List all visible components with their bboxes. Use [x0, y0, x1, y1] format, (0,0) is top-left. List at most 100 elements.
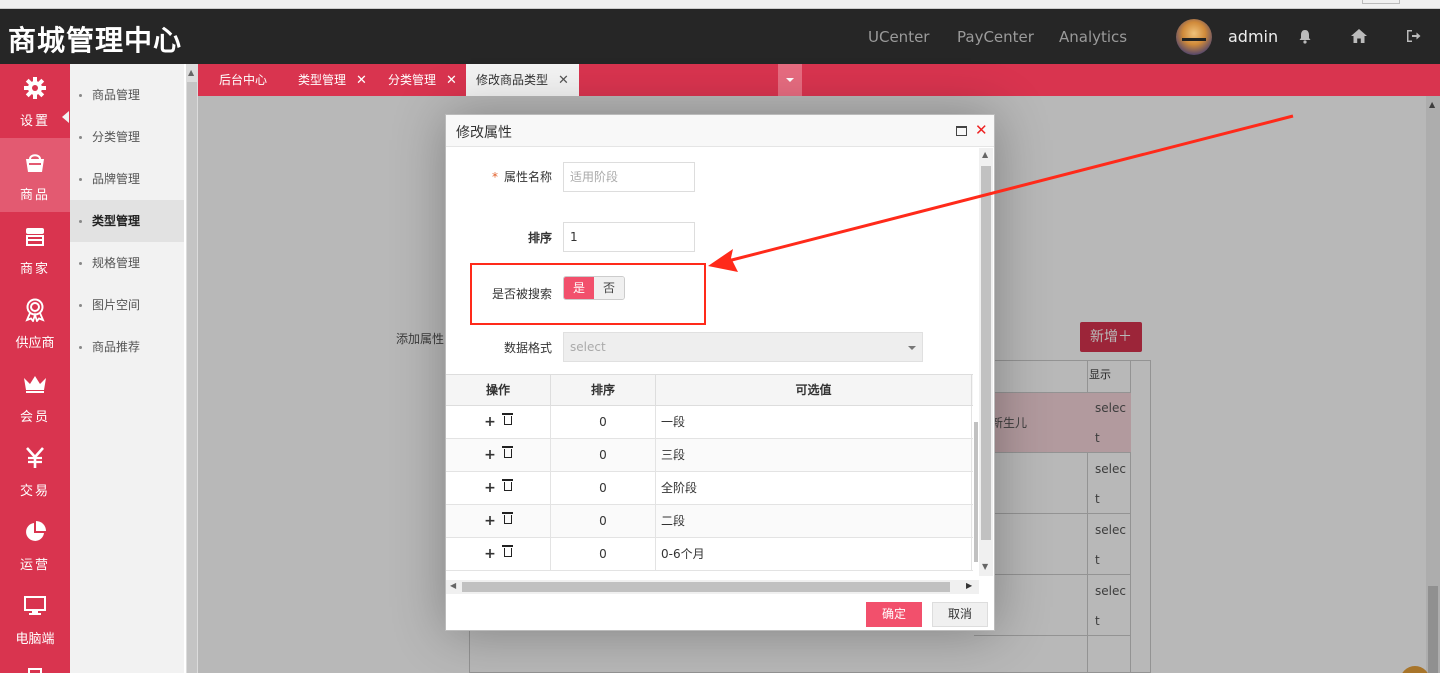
row-value[interactable]: 全阶段: [656, 472, 972, 504]
attr-name-label: * 属性名称: [486, 168, 552, 185]
plus-icon[interactable]: +: [484, 546, 496, 562]
sidebar-item-settings[interactable]: 设置: [0, 64, 70, 138]
header-sort: 排序: [551, 375, 656, 405]
sort-label: 排序: [527, 231, 552, 245]
scroll-right-icon[interactable]: ▶: [966, 581, 972, 590]
trash-icon[interactable]: [501, 446, 513, 458]
scroll-up-icon[interactable]: ▲: [188, 68, 194, 77]
submenu-item-type[interactable]: 类型管理: [70, 200, 184, 242]
scroll-down-icon[interactable]: ▼: [982, 562, 988, 571]
row-value[interactable]: 三段: [656, 439, 972, 471]
monitor-icon: [23, 594, 47, 618]
more-icon: [28, 668, 42, 673]
confirm-button[interactable]: 确定: [866, 602, 922, 627]
tab-dashboard[interactable]: 后台中心: [219, 64, 267, 96]
scroll-left-icon[interactable]: ◀: [450, 581, 456, 590]
dialog-scrollbar[interactable]: ▲ ▼: [979, 148, 993, 576]
nav-paycenter[interactable]: PayCenter: [957, 28, 1034, 46]
gear-icon: [23, 76, 47, 100]
sidebar-item-goods[interactable]: 商品: [0, 138, 70, 212]
sidebar-item-operation[interactable]: 运营: [0, 508, 70, 582]
tab-label: 分类管理: [388, 73, 437, 87]
row-sort[interactable]: 0: [551, 439, 656, 471]
plus-icon[interactable]: +: [484, 414, 496, 430]
plus-icon[interactable]: +: [484, 480, 496, 496]
cancel-button[interactable]: 取消: [932, 602, 988, 627]
plus-icon[interactable]: +: [484, 513, 496, 529]
trash-icon[interactable]: [501, 512, 513, 524]
sidebar-item-label: 商品: [19, 188, 50, 203]
tab-type-manage[interactable]: 类型管理 ✕: [298, 64, 367, 96]
plus-icon[interactable]: +: [484, 447, 496, 463]
tab-edit-type[interactable]: 修改商品类型 ✕: [466, 64, 579, 96]
avatar[interactable]: [1176, 19, 1212, 55]
row-sort[interactable]: 0: [551, 472, 656, 504]
sidebar-item-pc[interactable]: 电脑端: [0, 582, 70, 656]
table-row: + 0 二段: [446, 505, 973, 538]
scrollbar-thumb[interactable]: [187, 82, 197, 673]
nav-analytics[interactable]: Analytics: [1059, 28, 1127, 46]
trash-icon[interactable]: [501, 479, 513, 491]
close-icon[interactable]: ✕: [446, 73, 457, 88]
bell-icon[interactable]: [1292, 23, 1318, 49]
tab-label: 类型管理: [298, 73, 347, 87]
browser-top-strip: [0, 0, 1440, 9]
tab-dropdown-button[interactable]: [778, 64, 802, 96]
close-icon[interactable]: ✕: [975, 121, 988, 139]
submenu: 商品管理 分类管理 品牌管理 类型管理 规格管理 图片空间 商品推荐: [70, 64, 184, 673]
scroll-up-icon[interactable]: ▲: [982, 150, 988, 159]
submenu-item-spec[interactable]: 规格管理: [70, 242, 184, 284]
dialog-titlebar: 修改属性 ✕: [446, 115, 994, 147]
table-row: + 0 一段: [446, 406, 973, 439]
logout-icon[interactable]: [1400, 23, 1426, 49]
scrollbar-thumb[interactable]: [974, 422, 978, 562]
close-icon[interactable]: ✕: [356, 73, 367, 88]
row-actions: +: [446, 505, 551, 537]
submenu-item-brand[interactable]: 品牌管理: [70, 158, 184, 200]
app-logo[interactable]: 商城管理中心: [8, 19, 182, 59]
table-header: 操作 排序 可选值: [446, 374, 973, 406]
maximize-icon[interactable]: [956, 126, 967, 136]
row-sort[interactable]: 0: [551, 406, 656, 438]
sidebar-item-label: 设置: [19, 114, 50, 129]
submenu-item-goods[interactable]: 商品管理: [70, 74, 184, 116]
sidebar-item-member[interactable]: 会员: [0, 360, 70, 434]
award-icon: [23, 298, 47, 322]
header-value: 可选值: [656, 375, 972, 405]
table-row: + 0 全阶段: [446, 472, 973, 505]
trash-icon[interactable]: [501, 413, 513, 425]
home-icon[interactable]: [1346, 23, 1372, 49]
submenu-item-category[interactable]: 分类管理: [70, 116, 184, 158]
header-ops: 操作: [446, 375, 551, 405]
row-value[interactable]: 二段: [656, 505, 972, 537]
sidebar-item-trade[interactable]: 交易: [0, 434, 70, 508]
row-value[interactable]: 0-6个月: [656, 538, 972, 570]
scrollbar-thumb[interactable]: [981, 166, 991, 540]
sort-input[interactable]: 1: [563, 222, 695, 252]
sidebar-item-label: 会员: [19, 410, 50, 425]
nav-ucenter[interactable]: UCenter: [868, 28, 929, 46]
attr-name-input[interactable]: 适用阶段: [563, 162, 695, 192]
scrollbar-thumb[interactable]: [462, 582, 950, 592]
submenu-pointer: [62, 111, 69, 123]
row-sort[interactable]: 0: [551, 505, 656, 537]
sidebar-item-merchant[interactable]: 商家: [0, 212, 70, 286]
close-icon[interactable]: ✕: [558, 73, 569, 88]
tab-category-manage[interactable]: 分类管理 ✕: [388, 64, 457, 96]
tab-bar: 后台中心 类型管理 ✕ 分类管理 ✕ 修改商品类型 ✕: [198, 64, 1440, 96]
row-value[interactable]: 一段: [656, 406, 972, 438]
sidebar-item-supplier[interactable]: 供应商: [0, 286, 70, 360]
trash-icon[interactable]: [501, 545, 513, 557]
submenu-item-images[interactable]: 图片空间: [70, 284, 184, 326]
pie-chart-icon: [23, 520, 47, 544]
row-sort[interactable]: 0: [551, 538, 656, 570]
dialog-hscrollbar[interactable]: ◀ ▶: [446, 580, 979, 594]
dialog-body: * 属性名称 适用阶段 排序 1 是否被搜索 是 否 数据格式 select 操作…: [446, 148, 994, 596]
window-scrollbar[interactable]: [1362, 0, 1400, 4]
store-icon: [23, 224, 47, 248]
username[interactable]: admin: [1228, 27, 1278, 46]
data-format-select[interactable]: select: [563, 332, 923, 362]
sidebar-item-label: 交易: [19, 484, 50, 499]
submenu-scrollbar[interactable]: ▲: [186, 64, 198, 673]
submenu-item-recommend[interactable]: 商品推荐: [70, 326, 184, 368]
